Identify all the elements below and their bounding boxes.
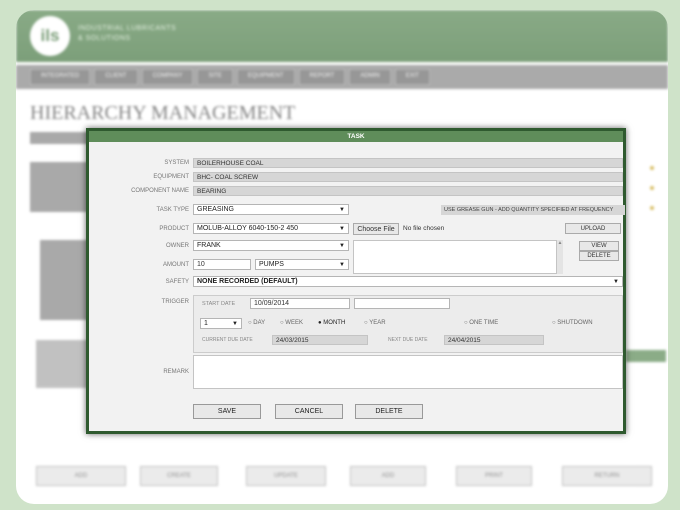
radio-month[interactable]: ● MONTH: [318, 320, 345, 326]
safety-label: SAFETY: [165, 279, 189, 285]
save-button[interactable]: SAVE: [193, 404, 261, 419]
radio-one-time[interactable]: ○ ONE TIME: [464, 320, 498, 326]
component-field: BEARING: [193, 186, 623, 196]
system-field: BOILERHOUSE COAL: [193, 158, 623, 168]
nav-item[interactable]: SITE: [197, 69, 233, 85]
bg-button[interactable]: ADD: [350, 466, 426, 486]
nav-item[interactable]: ADMIN: [349, 69, 391, 85]
brand-line: & SOLUTIONS: [78, 35, 131, 42]
radio-shutdown[interactable]: ○ SHUTDOWN: [552, 320, 593, 326]
scrollbar[interactable]: ▲: [557, 240, 563, 274]
brand-line: INDUSTRIAL LUBRICANTS: [78, 25, 177, 32]
chevron-down-icon: ▼: [339, 262, 345, 268]
upload-button[interactable]: UPLOAD: [565, 223, 621, 234]
safety-value: NONE RECORDED (DEFAULT): [197, 278, 298, 285]
bg-row: [30, 162, 90, 212]
product-value: MOLUB-ALLOY 6040-150-2 450: [197, 225, 299, 232]
bg-button[interactable]: ADD: [36, 466, 126, 486]
safety-select[interactable]: NONE RECORDED (DEFAULT) ▼: [193, 276, 623, 287]
amount-unit-value: PUMPS: [259, 261, 284, 268]
nav-item[interactable]: COMPANY: [141, 69, 194, 85]
bg-button[interactable]: PRINT: [456, 466, 532, 486]
amount-unit-select[interactable]: PUMPS ▼: [255, 259, 349, 270]
status-dot-icon: [650, 206, 654, 210]
current-due-label: CURRENT DUE DATE: [202, 337, 253, 343]
next-due-field: 24/04/2015: [444, 335, 544, 345]
chevron-down-icon: ▼: [232, 321, 238, 327]
status-dot-icon: [650, 186, 654, 190]
next-due-label: NEXT DUE DATE: [388, 337, 428, 343]
chevron-down-icon: ▼: [613, 279, 619, 285]
nav-item[interactable]: INTEGRATED: [30, 69, 91, 85]
trigger-panel: START DATE 10/09/2014 1 ▼ ○ DAY ○ WEEK ● …: [193, 295, 623, 353]
task-type-label: TASK TYPE: [156, 207, 189, 213]
brand-logo: ils: [30, 16, 70, 56]
nav-item[interactable]: REPORT: [298, 69, 346, 85]
radio-week[interactable]: ○ WEEK: [280, 320, 303, 326]
remark-textarea[interactable]: [193, 355, 623, 389]
nav-item[interactable]: EXIT: [394, 69, 431, 85]
owner-value: FRANK: [197, 242, 221, 249]
task-type-note: USE GREASE GUN - ADD QUANTITY SPECIFIED …: [441, 205, 625, 215]
page-title: HIERARCHY MANAGEMENT: [30, 102, 296, 124]
radio-label: ONE TIME: [469, 320, 499, 326]
bg-button[interactable]: RETURN: [562, 466, 652, 486]
equipment-field: BHC- COAL SCREW: [193, 172, 623, 182]
bg-button[interactable]: CREATE: [140, 466, 218, 486]
nav-item[interactable]: CLIENT: [94, 69, 138, 85]
choose-file-button[interactable]: Choose File: [353, 223, 399, 235]
view-button[interactable]: VIEW: [579, 241, 619, 251]
radio-label: DAY: [253, 320, 266, 326]
no-file-text: No file chosen: [403, 225, 445, 232]
trigger-count-value: 1: [204, 320, 208, 327]
chevron-down-icon: ▼: [339, 226, 345, 232]
amount-input[interactable]: 10: [193, 259, 251, 270]
system-label: SYSTEM: [164, 160, 189, 166]
document-list[interactable]: [353, 240, 557, 274]
trigger-count-select[interactable]: 1 ▼: [200, 318, 242, 329]
bg-row: [30, 132, 90, 144]
amount-label: AMOUNT: [163, 262, 189, 268]
bg-row: [626, 350, 666, 362]
main-nav: INTEGRATED CLIENT COMPANY SITE EQUIPMENT…: [16, 65, 668, 89]
dialog-title: TASK: [89, 131, 623, 142]
cancel-button[interactable]: CANCEL: [275, 404, 343, 419]
status-dot-icon: [650, 166, 654, 170]
start-date-input[interactable]: 10/09/2014: [250, 298, 350, 309]
task-type-select[interactable]: GREASING ▼: [193, 204, 349, 215]
brand-name: INDUSTRIAL LUBRICANTS & SOLUTIONS: [78, 24, 176, 44]
task-type-value: GREASING: [197, 206, 234, 213]
owner-label: OWNER: [166, 243, 189, 249]
trigger-label: TRIGGER: [161, 299, 189, 305]
delete-doc-button[interactable]: DELETE: [579, 251, 619, 261]
component-label: COMPONENT NAME: [131, 188, 189, 194]
chevron-down-icon: ▼: [339, 207, 345, 213]
start-date-label: START DATE: [202, 301, 236, 307]
equipment-label: EQUIPMENT: [153, 174, 189, 180]
radio-label: WEEK: [285, 320, 303, 326]
radio-label: MONTH: [323, 320, 346, 326]
chevron-down-icon: ▼: [339, 243, 345, 249]
radio-label: SHUTDOWN: [557, 320, 593, 326]
task-dialog: TASK SYSTEM BOILERHOUSE COAL EQUIPMENT B…: [86, 128, 626, 434]
product-label: PRODUCT: [159, 226, 189, 232]
bg-button[interactable]: UPDATE: [246, 466, 326, 486]
product-select[interactable]: MOLUB-ALLOY 6040-150-2 450 ▼: [193, 223, 349, 234]
delete-button[interactable]: DELETE: [355, 404, 423, 419]
start-date-extra[interactable]: [354, 298, 450, 309]
app-header: ils INDUSTRIAL LUBRICANTS & SOLUTIONS: [16, 10, 668, 62]
radio-year[interactable]: ○ YEAR: [364, 320, 386, 326]
radio-label: YEAR: [369, 320, 386, 326]
owner-select[interactable]: FRANK ▼: [193, 240, 349, 251]
nav-item[interactable]: EQUIPMENT: [236, 69, 295, 85]
remark-label: REMARK: [163, 369, 189, 375]
current-due-field: 24/03/2015: [272, 335, 368, 345]
radio-day[interactable]: ○ DAY: [248, 320, 265, 326]
